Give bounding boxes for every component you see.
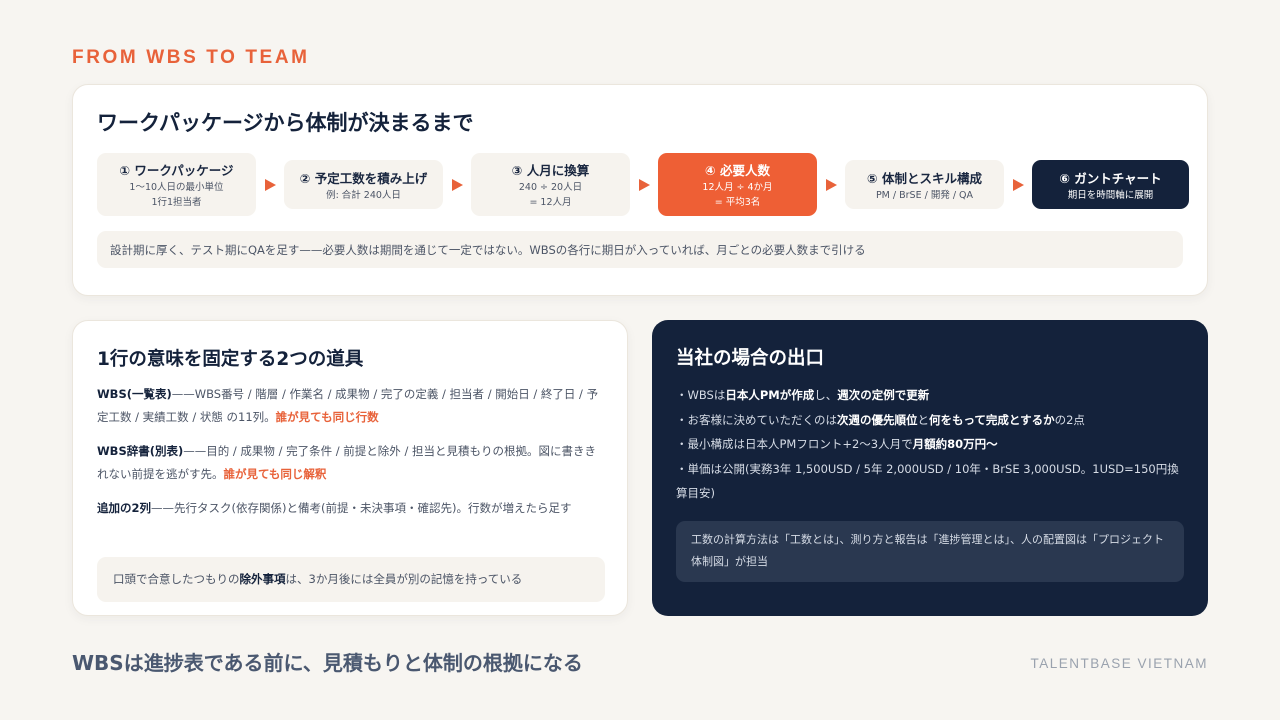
tools-card: 1行の意味を固定する2つの道具 WBS(一覧表)——WBS番号 / 階層 / 作… [72, 320, 628, 616]
brand-logo: TALENTBASE VIETNAM [1030, 656, 1208, 671]
bullet-bold: 月額約80万円〜 [912, 437, 998, 451]
para-highlight: 誰が見ても同じ行数 [275, 410, 379, 424]
bullet-text: し、 [814, 388, 838, 402]
note-bold: 除外事項 [239, 572, 286, 586]
step-sub: = 12人月 [529, 197, 572, 208]
bullet-text: ・最小構成は日本人PMフロント+2〜3人月で [676, 437, 913, 451]
para-body: ——先行タスク(依存関係)と備考(前提・未決事項・確認先)。行数が増えたら足す [151, 501, 572, 515]
step-title: ③ 人月に換算 [511, 163, 590, 178]
arrow-right-icon [443, 178, 471, 191]
section-eyebrow: FROM WBS TO TEAM [72, 47, 310, 68]
step-gantt-chart: ⑥ ガントチャート 期日を時間軸に展開 [1032, 160, 1189, 209]
step-sub: 1行1担当者 [151, 197, 202, 208]
tools-title: 1行の意味を固定する2つの道具 [97, 349, 364, 370]
step-person-month: ③ 人月に換算 240 ÷ 20人日 = 12人月 [471, 153, 630, 216]
step-sub: PM / BrSE / 開発 / QA [875, 189, 974, 201]
step-sub: 1〜10人日の最小単位 [129, 182, 224, 193]
step-sub: 240 ÷ 20人日 [518, 182, 583, 193]
exit-bullets: ・WBSは日本人PMが作成し、週次の定例で更新 ・お客様に決めていただくのは次週… [676, 383, 1188, 506]
list-item: ・お客様に決めていただくのは次週の優先順位と何をもって完成とするかの2点 [676, 408, 1188, 433]
arrow-right-icon [630, 178, 658, 191]
bullet-bold: 日本人PMが作成 [725, 388, 815, 402]
bullet-bold: 何をもって完成とするか [929, 412, 1055, 427]
para-lead: 追加の2列 [97, 501, 152, 515]
step-sub: = 平均3名 [714, 197, 761, 208]
step-sub: 例: 合計 240人日 [326, 189, 401, 201]
step-work-package: ① ワークパッケージ 1〜10人日の最小単位 1行1担当者 [97, 153, 256, 216]
list-item: ・WBSは日本人PMが作成し、週次の定例で更新 [676, 383, 1188, 408]
step-headcount: ④ 必要人数 12人月 ÷ 4か月 = 平均3名 [658, 153, 817, 216]
exit-card: 当社の場合の出口 ・WBSは日本人PMが作成し、週次の定例で更新 ・お客様に決め… [652, 320, 1208, 616]
step-title: ④ 必要人数 [705, 163, 770, 178]
bullet-bold: 次週の優先順位 [837, 412, 918, 427]
para-lead: WBS(一覧表) [97, 387, 172, 401]
arrow-right-icon [1004, 178, 1032, 191]
step-sub: 12人月 ÷ 4か月 [702, 182, 773, 193]
step-title: ⑤ 体制とスキル構成 [867, 170, 982, 186]
workflow-title: ワークパッケージから体制が決まるまで [97, 111, 474, 135]
bullet-text: ・お客様に決めていただくのは [676, 412, 837, 427]
exit-title: 当社の場合の出口 [676, 348, 825, 369]
extra-columns-paragraph: 追加の2列——先行タスク(依存関係)と備考(前提・未決事項・確認先)。行数が増え… [97, 497, 605, 520]
exit-note: 工数の計算方法は「工数とは」、測り方と報告は「進捗管理とは」、人の配置図は「プロ… [676, 521, 1184, 582]
step-team-structure: ⑤ 体制とスキル構成 PM / BrSE / 開発 / QA [845, 160, 1004, 209]
bullet-text: ・WBSは [676, 388, 726, 402]
arrow-right-icon [817, 178, 845, 191]
bullet-text: の2点 [1054, 412, 1085, 427]
step-sub: 期日を時間軸に展開 [1067, 189, 1154, 201]
step-title: ⑥ ガントチャート [1059, 170, 1162, 186]
note-pre: 口頭で合意したつもりの [113, 572, 240, 586]
footer-title: WBSは進捗表である前に、見積もりと体制の根拠になる [72, 651, 583, 675]
para-highlight: 誰が見ても同じ解釈 [223, 467, 327, 481]
workflow-steps: ① ワークパッケージ 1〜10人日の最小単位 1行1担当者 ② 予定工数を積み上… [97, 153, 1189, 216]
tools-note: 口頭で合意したつもりの除外事項は、3か月後には全員が別の記憶を持っている [97, 557, 605, 602]
note-post: は、3か月後には全員が別の記憶を持っている [285, 572, 523, 586]
step-estimate: ② 予定工数を積み上げ 例: 合計 240人日 [284, 160, 443, 209]
step-title: ② 予定工数を積み上げ [299, 170, 428, 186]
workflow-note: 設計期に厚く、テスト期にQAを足す——必要人数は期間を通じて一定ではない。WBS… [97, 231, 1183, 268]
step-title: ① ワークパッケージ [119, 163, 234, 178]
para-lead: WBS辞書(別表) [97, 444, 184, 458]
wbs-list-paragraph: WBS(一覧表)——WBS番号 / 階層 / 作業名 / 成果物 / 完了の定義… [97, 383, 605, 429]
bullet-bold: 週次の定例で更新 [837, 388, 930, 402]
wbs-dictionary-paragraph: WBS辞書(別表)——目的 / 成果物 / 完了条件 / 前提と除外 / 担当と… [97, 440, 605, 486]
workflow-card: ワークパッケージから体制が決まるまで ① ワークパッケージ 1〜10人日の最小単… [72, 84, 1208, 296]
arrow-right-icon [256, 178, 284, 191]
list-item: ・単価は公開(実務3年 1,500USD / 5年 2,000USD / 10年… [676, 461, 1179, 501]
bullet-text: と [917, 412, 930, 427]
list-item: ・最小構成は日本人PMフロント+2〜3人月で月額約80万円〜 [676, 432, 1188, 457]
